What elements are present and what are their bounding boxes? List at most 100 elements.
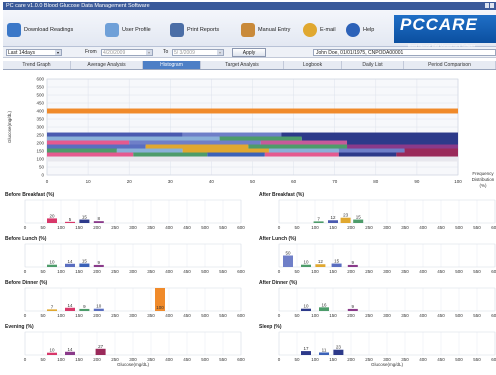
period-select[interactable]: Last 14days ▾ [6,49,62,56]
panel-tick-label: 0 [278,269,281,274]
panel-tick-label: 500 [455,269,463,274]
panel-tick-label: 0 [278,313,281,318]
panel-tick-label: 150 [75,313,83,318]
panel-bar-label: 16 [321,302,327,307]
panel-tick-label: 450 [183,357,191,362]
panel-bar-label: 10 [49,260,55,265]
panel-tick-label: 200 [93,313,101,318]
panel-tick-label: 450 [183,269,191,274]
from-date-field[interactable]: 4/20/2009 ▾ [101,49,153,56]
x-tick-label: 60 [291,179,297,184]
panel-bar [319,352,329,355]
tab-histogram[interactable]: Histogram [143,61,201,69]
panel-bar-label: 14 [67,303,73,308]
panel-tick-label: 500 [201,357,209,362]
y-tick-label: 400 [36,109,44,114]
panel-bar [79,308,90,311]
panel-tick-label: 600 [237,313,245,318]
panel-tick-label: 250 [365,269,373,274]
panel-bar [65,263,75,267]
panel-tick-label: 600 [491,269,496,274]
chevron-down-icon[interactable]: ▾ [55,50,61,55]
patient-field[interactable]: John Doe, 01/01/1975, CNPODA00001 [313,49,496,56]
chevron-down-icon[interactable]: ▾ [217,50,223,55]
panel-tick-label: 50 [294,269,300,274]
panel-tick-label: 450 [437,357,445,362]
panel-tick-label: 50 [40,225,46,230]
user-profile-button[interactable]: User Profile [105,18,151,42]
window-title: PC care v1.0.0 Blood Glucose Data Manage… [6,3,150,9]
panel-tick-label: 50 [40,357,46,362]
panel-tick-label: 300 [129,269,137,274]
panel-bar-label: 100 [156,305,164,310]
tab-period-comparison[interactable]: Period Comparison [404,61,496,69]
panel-tick-label: 300 [383,225,391,230]
panel-tick-label: 200 [347,269,355,274]
panel-tick-label: 450 [183,313,191,318]
panel-bar-label: 17 [303,346,309,351]
panel-tick-label: 250 [365,313,373,318]
view-tabs: Trend Graph Average Analysis Histogram T… [3,61,496,70]
panel-tick-label: 550 [219,269,227,274]
panel-bar [65,307,75,311]
panel-bar [283,255,293,267]
tab-target-analysis[interactable]: Target Analysis [201,61,284,69]
panel-bar [328,220,338,223]
email-icon [303,23,317,37]
chevron-down-icon[interactable]: ▾ [146,50,152,55]
panel-bar [95,348,106,355]
manual-entry-button[interactable]: Manual Entry [241,18,290,42]
to-date-field[interactable]: 5/ 3/2009 ▾ [172,49,224,56]
tab-average-analysis[interactable]: Average Analysis [71,61,143,69]
tab-logbook[interactable]: Logbook [284,61,342,69]
panel-tick-label: 150 [329,225,337,230]
panel-tick-label: 150 [329,313,337,318]
download-readings-button[interactable]: Download Readings [7,18,73,42]
panel-title: Before Lunch (%) [5,236,47,242]
minimize-icon[interactable] [485,3,489,8]
panel-bar-label: 50 [285,251,291,256]
tab-trend-graph[interactable]: Trend Graph [3,61,71,69]
tab-daily-list[interactable]: Daily List [342,61,404,69]
print-reports-button[interactable]: Print Reports [170,18,219,42]
y-tick-label: 250 [36,133,44,138]
panel-bar [313,221,324,223]
window-controls[interactable] [484,3,494,9]
panel-bar-label: 14 [67,259,73,264]
apply-button[interactable]: Apply [232,48,266,57]
panel-tick-label: 100 [311,357,319,362]
panel-tick-label: 200 [93,357,101,362]
panel-tick-label: 400 [419,313,427,318]
panel-bar-label: 12 [330,215,336,220]
window-titlebar: PC care v1.0.0 Blood Glucose Data Manage… [3,2,496,10]
panel-tick-label: 550 [473,225,481,230]
panel-bar-label: 10 [96,304,102,309]
panel-bar-label: 10 [49,348,55,353]
panel-bar [333,349,344,355]
panel-tick-label: 200 [347,313,355,318]
help-button[interactable]: Help [346,18,374,42]
panel-tick-label: 550 [219,357,227,362]
panel-tick-label: 550 [473,269,481,274]
y-tick-label: 500 [36,93,44,98]
panel-tick-label: 0 [24,269,27,274]
panel-tick-label: 250 [365,225,373,230]
to-label: To [163,49,169,55]
email-button[interactable]: E-mail [303,18,336,42]
panel-tick-label: 500 [201,225,209,230]
panel-title: Before Dinner (%) [5,280,48,286]
panel-bar-label: 14 [67,347,73,352]
user-profile-icon [105,23,119,37]
y-tick-label: 550 [36,85,44,90]
panel-bar [301,264,311,267]
y-tick-label: 350 [36,117,44,122]
panel-tick-label: 0 [278,357,281,362]
panel-tick-label: 0 [24,225,27,230]
close-icon[interactable] [490,3,494,8]
panel-tick-label: 100 [311,269,319,274]
panel-bar-label: 10 [303,304,309,309]
panel-tick-label: 600 [237,269,245,274]
panel-bar [93,264,104,267]
panel-tick-label: 100 [57,357,65,362]
panel-x-axis-label: Glucose(mg/dL) [117,362,150,367]
